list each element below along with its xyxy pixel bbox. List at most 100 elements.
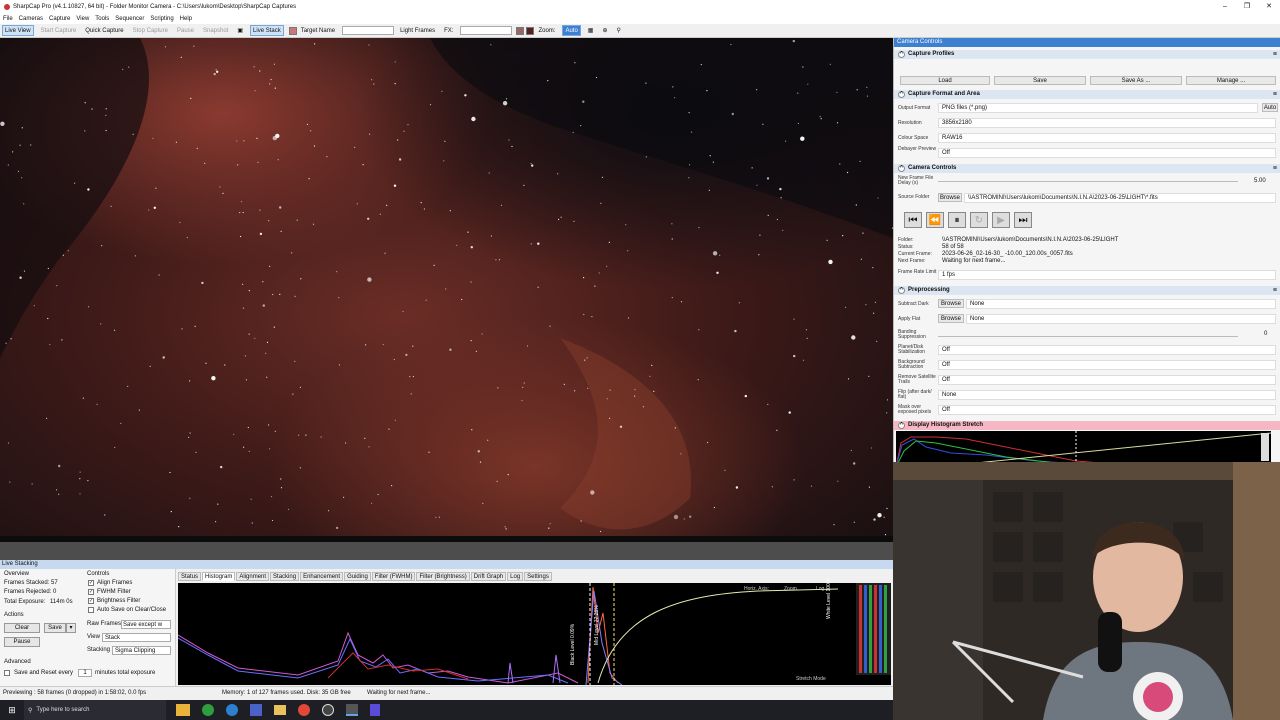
source-folder-input[interactable]: \\ASTROMINI\Users\lukom\Documents\N.I.N.… — [964, 193, 1276, 203]
tab-guiding[interactable]: Guiding — [344, 572, 371, 581]
stop-capture-button[interactable]: Stop Capture — [131, 25, 170, 36]
chrome-icon[interactable] — [298, 704, 310, 716]
background-dropdown[interactable]: Off — [938, 360, 1276, 370]
clear-button[interactable]: Clear — [4, 623, 40, 633]
color-swatch-2[interactable] — [526, 26, 535, 35]
tab-enhancement[interactable]: Enhancement — [300, 572, 344, 581]
save-reset-checkbox[interactable] — [4, 670, 10, 676]
auto-button[interactable]: Auto — [1262, 103, 1278, 112]
menu-icon[interactable]: ≡ — [1273, 50, 1277, 59]
align-checkbox[interactable]: ✓ — [88, 580, 94, 586]
windows-start-icon[interactable]: ⊞ — [0, 700, 24, 720]
menu-file[interactable]: File — [3, 16, 13, 22]
save-button[interactable]: Save — [44, 623, 66, 633]
menu-help[interactable]: Help — [180, 16, 192, 22]
planet-dropdown[interactable]: Off — [938, 345, 1276, 355]
brightness-checkbox[interactable]: ✓ — [88, 598, 94, 604]
fx-dropdown[interactable] — [460, 26, 513, 35]
pause-stack-button[interactable]: Pause — [4, 637, 40, 647]
collapse-icon[interactable]: ^ — [898, 165, 905, 172]
manage-button[interactable]: Manage ... — [1186, 76, 1276, 85]
tab-stacking[interactable]: Stacking — [270, 572, 300, 581]
minimize-button[interactable]: – — [1214, 0, 1236, 13]
load-button[interactable]: Load — [900, 76, 990, 85]
maximize-button[interactable]: ❐ — [1236, 0, 1258, 13]
image-viewer[interactable] — [0, 38, 893, 542]
play-icon[interactable]: ▶ — [992, 212, 1010, 228]
camera-icon[interactable]: ▣ — [235, 25, 245, 36]
collapse-icon[interactable]: ^ — [898, 287, 905, 294]
stack-histogram[interactable]: Horiz. Axis: Zoom Log Black Level 0.09% … — [177, 579, 891, 686]
skip-end-icon[interactable]: ⏭ — [1014, 212, 1032, 228]
banding-slider[interactable] — [938, 336, 1238, 337]
save-reset-input[interactable]: 1 — [78, 669, 92, 677]
zoom-dropdown[interactable]: Auto — [562, 25, 581, 36]
collapse-icon[interactable]: ^ — [898, 51, 905, 58]
menu-icon[interactable]: ≡ — [1273, 286, 1277, 295]
preprocessing-section[interactable]: ^ Preprocessing ≡ — [894, 286, 1280, 295]
satellite-dropdown[interactable]: Off — [938, 375, 1276, 385]
collapse-icon[interactable]: ^ — [898, 422, 905, 429]
browse-flat-button[interactable]: Browse — [938, 314, 964, 323]
tab-settings[interactable]: Settings — [524, 572, 552, 581]
pause-button[interactable]: Pause — [175, 25, 196, 36]
folder-icon[interactable] — [274, 705, 286, 715]
menu-capture[interactable]: Capture — [49, 16, 70, 22]
shield-icon[interactable] — [370, 704, 380, 716]
output-format-dropdown[interactable]: PNG files (*.png) — [938, 103, 1258, 113]
collapse-icon[interactable]: ^ — [898, 91, 905, 98]
colour-space-dropdown[interactable]: RAW16 — [938, 133, 1276, 143]
loop-icon[interactable]: ↻ — [970, 212, 988, 228]
menu-sequencer[interactable]: Sequencer — [115, 16, 144, 22]
menu-view[interactable]: View — [76, 16, 89, 22]
frame-rate-dropdown[interactable]: 1 fps — [938, 270, 1276, 280]
apply-flat-dropdown[interactable]: None — [966, 314, 1276, 324]
zoom-toggle[interactable]: Zoom — [784, 586, 797, 592]
log-toggle[interactable]: Log — [816, 586, 824, 592]
live-view-button[interactable]: Live View — [2, 25, 34, 36]
xbox-icon[interactable] — [202, 704, 214, 716]
debayer-dropdown[interactable]: Off — [938, 148, 1276, 158]
subtract-dark-dropdown[interactable]: None — [966, 299, 1276, 309]
menu-tools[interactable]: Tools — [95, 16, 109, 22]
color-swatch-1[interactable] — [516, 26, 525, 35]
menu-scripting[interactable]: Scripting — [150, 16, 173, 22]
display-histogram[interactable] — [896, 431, 1272, 462]
camera-controls-section[interactable]: ^ Camera Controls ≡ — [894, 164, 1280, 173]
mask-dropdown[interactable]: Off — [938, 405, 1276, 415]
snapshot-button[interactable]: Snapshot — [201, 25, 230, 36]
quick-capture-button[interactable]: Quick Capture — [83, 25, 125, 36]
tab-filter-brightness[interactable]: Filter (Brightness) — [416, 572, 470, 581]
tab-alignment[interactable]: Alignment — [236, 572, 270, 581]
histogram-icon[interactable]: ▦ — [586, 25, 596, 36]
obs-icon[interactable] — [322, 704, 334, 716]
app-icon-purple[interactable] — [250, 704, 262, 716]
tab-histogram[interactable]: Histogram — [202, 572, 236, 581]
new-frame-delay-slider[interactable] — [938, 181, 1238, 182]
view-dropdown[interactable]: Stack — [102, 633, 171, 642]
live-stack-button[interactable]: Live Stack — [250, 25, 284, 36]
light-frames-dropdown[interactable]: Light Frames — [398, 25, 437, 36]
explorer-icon[interactable] — [176, 704, 190, 716]
sharpcap-icon[interactable] — [346, 704, 358, 716]
flip-dropdown[interactable]: None — [938, 390, 1276, 400]
raw-frames-dropdown[interactable]: Save except w — [121, 620, 171, 629]
autosave-checkbox[interactable] — [88, 607, 94, 613]
save-profile-button[interactable]: Save — [994, 76, 1086, 85]
target-name-input[interactable] — [342, 26, 395, 35]
browse-dark-button[interactable]: Browse — [938, 299, 964, 308]
tab-log[interactable]: Log — [507, 572, 524, 581]
capture-format-section[interactable]: ^ Capture Format and Area ≡ — [894, 90, 1280, 99]
menu-icon[interactable]: ≡ — [1273, 90, 1277, 99]
step-back-icon[interactable]: ⏪ — [926, 212, 944, 228]
tab-filter-fwhm[interactable]: Filter (FWHM) — [371, 572, 416, 581]
resolution-dropdown[interactable]: 3856x2180 — [938, 118, 1276, 128]
rewind-icon[interactable]: ⏮ — [904, 212, 922, 228]
histogram-stretch-section[interactable]: ^ Display Histogram Stretch — [894, 421, 1280, 430]
stacking-dropdown[interactable]: Sigma Clipping — [112, 646, 171, 655]
pause-icon[interactable]: ⏸ — [948, 212, 966, 228]
tab-status[interactable]: Status — [178, 572, 202, 581]
save-dropdown-icon[interactable]: ▾ — [66, 623, 76, 633]
fwhm-checkbox[interactable]: ✓ — [88, 589, 94, 595]
menu-cameras[interactable]: Cameras — [19, 16, 43, 22]
